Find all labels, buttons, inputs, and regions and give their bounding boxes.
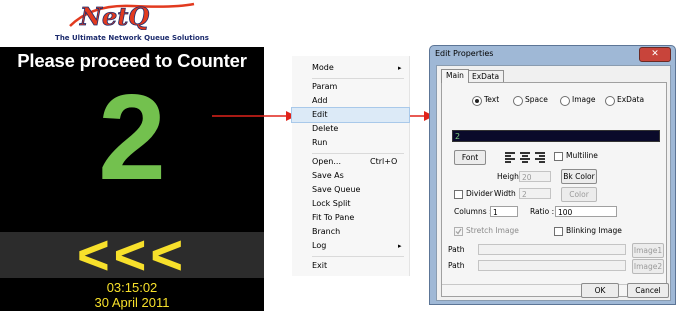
align-left-icon[interactable]	[504, 152, 516, 163]
blinking-image-label: Blinking Image	[566, 226, 622, 235]
menu-item-label: Log	[312, 241, 327, 250]
columns-field[interactable]: 1	[490, 206, 518, 217]
context-menu: Mode ▸ Param Add Edit Delete Run Open...…	[291, 56, 410, 276]
path1-field[interactable]	[478, 244, 626, 255]
path-label: Path	[448, 245, 465, 254]
clock-time: 03:15:02	[106, 280, 158, 295]
radio-image[interactable]	[560, 96, 570, 106]
divider-label: Divider	[466, 189, 493, 198]
menu-item-fit-to-pane[interactable]: Fit To Pane	[292, 211, 409, 225]
radio-image-label: Image	[572, 95, 596, 104]
image2-button[interactable]: Image2	[632, 259, 664, 274]
menu-item-delete[interactable]: Delete	[292, 122, 409, 136]
color-button[interactable]: Color	[561, 187, 597, 202]
ok-button[interactable]: OK	[581, 283, 619, 298]
menu-item-label: Branch	[312, 227, 341, 236]
menu-item-add[interactable]: Add	[292, 94, 409, 108]
radio-exdata-label: ExData	[617, 95, 645, 104]
menu-item-mode[interactable]: Mode ▸	[292, 61, 409, 75]
menu-item-label: Lock Split	[312, 199, 351, 208]
menu-item-label: Save As	[312, 171, 344, 180]
ratio-label: Ratio :	[530, 207, 555, 216]
dialog-client: Main ExData Text Space Image ExData 2 Fo…	[436, 65, 671, 301]
ratio-field[interactable]: 100	[555, 206, 617, 217]
radio-space[interactable]	[513, 96, 523, 106]
menu-item-label: Exit	[312, 261, 328, 270]
radio-text[interactable]	[472, 96, 482, 106]
menu-item-label: Save Queue	[312, 185, 361, 194]
align-center-icon[interactable]	[519, 152, 531, 163]
height-field[interactable]: 20	[519, 171, 551, 182]
menu-item-label: Open...	[312, 157, 341, 166]
menu-item-run[interactable]: Run	[292, 136, 409, 150]
menu-item-save-as[interactable]: Save As	[292, 169, 409, 183]
netq-logo: NetQ The Ultimate Network Queue Solution…	[0, 0, 264, 50]
align-right-icon[interactable]	[534, 152, 546, 163]
display-text-input[interactable]: 2	[452, 130, 660, 142]
menu-separator	[312, 256, 404, 257]
width-label: Width :	[494, 189, 521, 198]
queue-display: NetQ The Ultimate Network Queue Solution…	[0, 0, 264, 311]
stretch-image-label: Stretch Image	[466, 226, 519, 235]
radio-space-label: Space	[525, 95, 548, 104]
radio-exdata[interactable]	[605, 96, 615, 106]
netq-logo-graphic: NetQ	[69, 2, 195, 30]
menu-item-label: Delete	[312, 124, 339, 133]
menu-item-log[interactable]: Log ▸	[292, 239, 409, 253]
menu-item-label: Run	[312, 138, 328, 147]
main-tab-panel: Text Space Image ExData 2 Font Multiline	[441, 82, 667, 297]
menu-item-label: Param	[312, 82, 338, 91]
edit-properties-dialog: Edit Properties ✕ Main ExData Text Space…	[429, 45, 676, 305]
checkmark-icon	[455, 228, 462, 235]
counter-number: 2	[98, 69, 166, 205]
menu-item-label: Mode	[312, 63, 334, 72]
radio-text-label: Text	[484, 95, 500, 104]
menu-separator	[312, 78, 404, 79]
width-field[interactable]: 2	[519, 188, 551, 199]
logo-wordmark: NetQ	[79, 2, 149, 30]
bk-color-button[interactable]: Bk Color	[561, 169, 597, 184]
image1-button[interactable]: Image1	[632, 243, 664, 258]
clock-date: 30 April 2011	[94, 295, 170, 310]
menu-item-branch[interactable]: Branch	[292, 225, 409, 239]
divider-checkbox[interactable]	[454, 190, 463, 199]
cancel-button[interactable]: Cancel	[627, 283, 669, 298]
tab-main[interactable]: Main	[441, 69, 469, 83]
path2-field[interactable]	[478, 260, 626, 271]
blinking-image-checkbox[interactable]	[554, 227, 563, 236]
logo-tagline: The Ultimate Network Queue Solutions	[55, 34, 209, 42]
menu-item-exit[interactable]: Exit	[292, 259, 409, 273]
submenu-arrow-icon: ▸	[398, 64, 402, 72]
direction-arrows: <<<	[76, 223, 188, 286]
path-label: Path	[448, 261, 465, 270]
menu-item-label: Add	[312, 96, 328, 105]
font-button[interactable]: Font	[454, 150, 486, 165]
columns-label: Columns :	[454, 207, 492, 216]
menu-item-edit[interactable]: Edit	[291, 107, 410, 123]
menu-item-lock-split[interactable]: Lock Split	[292, 197, 409, 211]
multiline-label: Multiline	[566, 151, 598, 160]
pointer-arrow-icon	[212, 111, 296, 121]
close-button[interactable]: ✕	[639, 47, 671, 62]
menu-item-shortcut: Ctrl+O	[370, 157, 398, 166]
menu-item-open[interactable]: Open... Ctrl+O	[292, 155, 409, 169]
dialog-title: Edit Properties	[435, 49, 494, 58]
menu-item-label: Edit	[312, 110, 328, 119]
menu-item-param[interactable]: Param	[292, 80, 409, 94]
menu-item-save-queue[interactable]: Save Queue	[292, 183, 409, 197]
stretch-image-checkbox[interactable]	[454, 227, 463, 236]
menu-item-label: Fit To Pane	[312, 213, 355, 222]
multiline-checkbox[interactable]	[554, 152, 563, 161]
menu-separator	[312, 153, 404, 154]
submenu-arrow-icon: ▸	[398, 242, 402, 250]
